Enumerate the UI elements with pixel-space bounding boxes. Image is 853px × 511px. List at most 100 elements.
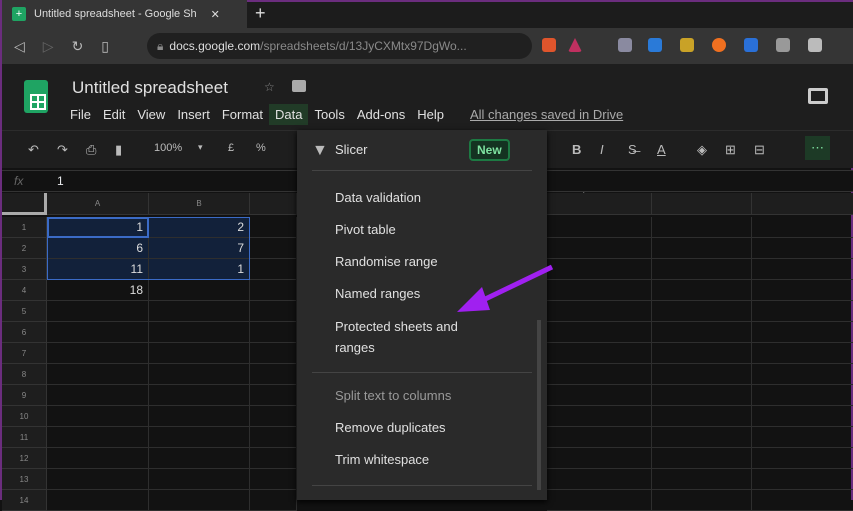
menu-item-data-validation[interactable]: Data validation <box>335 187 421 208</box>
cell[interactable] <box>547 385 652 406</box>
menu-item-named-ranges[interactable]: Named ranges <box>335 283 420 304</box>
menu-item-remove-duplicates[interactable]: Remove duplicates <box>335 417 446 438</box>
cell[interactable] <box>149 280 250 301</box>
row-header[interactable]: 14 <box>2 490 47 511</box>
menu-data[interactable]: Data <box>269 104 309 125</box>
cell[interactable] <box>547 364 652 385</box>
cell[interactable] <box>752 238 853 259</box>
cell[interactable] <box>250 280 297 301</box>
cell[interactable] <box>752 490 853 511</box>
menu-item-split-text[interactable]: Split text to columns <box>335 385 451 406</box>
brave-shield-icon[interactable] <box>542 38 556 52</box>
row-header[interactable]: 11 <box>2 427 47 448</box>
cell[interactable] <box>547 490 652 511</box>
borders-icon[interactable]: ⊞ <box>725 142 736 158</box>
cell[interactable] <box>250 322 297 343</box>
sheets-logo-icon[interactable] <box>24 80 48 113</box>
cell[interactable] <box>547 322 652 343</box>
extension-icon[interactable] <box>712 38 726 52</box>
cell[interactable] <box>149 490 250 511</box>
cell[interactable] <box>652 406 752 427</box>
row-header[interactable]: 8 <box>2 364 47 385</box>
cell[interactable] <box>547 238 652 259</box>
cell[interactable] <box>547 280 652 301</box>
row-header[interactable]: 13 <box>2 469 47 490</box>
cell[interactable] <box>547 259 652 280</box>
row-header[interactable]: 12 <box>2 448 47 469</box>
cell[interactable] <box>250 364 297 385</box>
folder-icon[interactable] <box>292 80 306 92</box>
cell[interactable] <box>752 280 853 301</box>
cell[interactable] <box>752 343 853 364</box>
cell[interactable] <box>149 301 250 322</box>
extension-icon[interactable] <box>680 38 694 52</box>
cell[interactable] <box>250 238 297 259</box>
cell[interactable] <box>47 427 149 448</box>
undo-icon[interactable]: ↶ <box>28 142 39 158</box>
column-header-b[interactable]: B <box>149 193 250 215</box>
extension-icon[interactable] <box>744 38 758 52</box>
menu-view[interactable]: View <box>131 104 171 125</box>
row-header[interactable]: 1 <box>2 217 47 238</box>
cell[interactable] <box>652 490 752 511</box>
cell[interactable] <box>752 385 853 406</box>
extension-icon[interactable] <box>776 38 790 52</box>
cell[interactable] <box>250 406 297 427</box>
cell[interactable] <box>47 301 149 322</box>
cell[interactable] <box>752 469 853 490</box>
cell[interactable] <box>547 301 652 322</box>
cell[interactable] <box>250 301 297 322</box>
italic-button[interactable]: I <box>600 142 604 157</box>
row-header[interactable]: 7 <box>2 343 47 364</box>
star-icon[interactable]: ☆ <box>264 80 275 94</box>
cell[interactable] <box>547 448 652 469</box>
cell[interactable] <box>250 259 297 280</box>
paint-format-icon[interactable]: ▮ <box>115 142 122 158</box>
cell[interactable] <box>47 364 149 385</box>
cell[interactable] <box>752 322 853 343</box>
comments-icon[interactable] <box>808 88 828 104</box>
redo-icon[interactable]: ↷ <box>57 142 68 158</box>
cell[interactable] <box>149 448 250 469</box>
cell[interactable] <box>652 343 752 364</box>
menu-item-slicer[interactable]: Slicer <box>335 139 368 160</box>
cell[interactable] <box>752 448 853 469</box>
cell[interactable]: 18 <box>47 280 149 301</box>
column-header[interactable] <box>547 193 652 215</box>
cell[interactable] <box>752 427 853 448</box>
menu-format[interactable]: Format <box>216 104 269 125</box>
cell[interactable] <box>547 406 652 427</box>
text-color-button[interactable]: A <box>657 142 666 157</box>
row-header[interactable]: 4 <box>2 280 47 301</box>
cell[interactable] <box>250 469 297 490</box>
percent-button[interactable]: % <box>256 142 266 154</box>
cell[interactable] <box>652 448 752 469</box>
column-header-c[interactable] <box>250 193 297 215</box>
cell[interactable] <box>752 406 853 427</box>
save-status-link[interactable]: All changes saved in Drive <box>464 104 629 125</box>
row-header[interactable]: 5 <box>2 301 47 322</box>
extension-icon[interactable] <box>618 38 632 52</box>
cell[interactable] <box>652 301 752 322</box>
cell[interactable] <box>250 427 297 448</box>
cell[interactable] <box>547 469 652 490</box>
strikethrough-icon[interactable]: S̶ <box>628 142 637 157</box>
bold-button[interactable]: B <box>572 142 581 157</box>
formula-input[interactable]: 1 <box>57 174 64 188</box>
cell[interactable] <box>652 280 752 301</box>
close-tab-icon[interactable]: ✕ <box>211 8 220 21</box>
row-header[interactable]: 9 <box>2 385 47 406</box>
cell[interactable] <box>652 469 752 490</box>
cell[interactable] <box>149 469 250 490</box>
cell[interactable] <box>149 385 250 406</box>
extension-icon[interactable] <box>648 38 662 52</box>
reload-icon[interactable]: ↻ <box>72 38 84 55</box>
zoom-select[interactable]: 100% <box>154 142 182 154</box>
cell[interactable] <box>47 448 149 469</box>
cell[interactable] <box>250 385 297 406</box>
cell[interactable] <box>47 343 149 364</box>
address-bar[interactable]: 🔒︎ docs.google.com/spreadsheets/d/13JyCXM… <box>147 33 532 59</box>
menu-item-trim-whitespace[interactable]: Trim whitespace <box>335 449 429 470</box>
menu-item-randomise-range[interactable]: Randomise range <box>335 251 438 272</box>
cell[interactable] <box>250 448 297 469</box>
